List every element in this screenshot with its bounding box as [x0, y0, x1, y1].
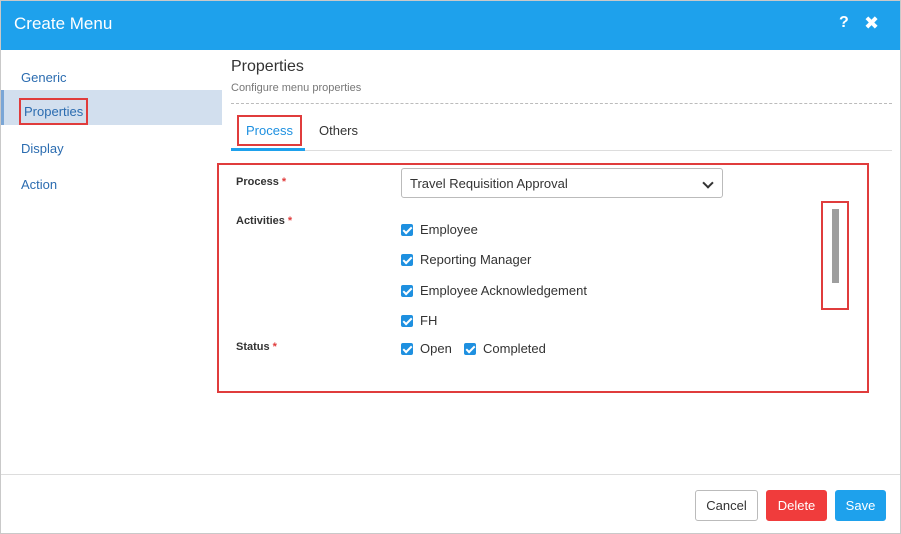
activities-label: Activities *	[236, 215, 292, 227]
sidebar-item-label: Properties	[19, 98, 89, 125]
status-label: Status *	[236, 341, 277, 353]
tab-process[interactable]: Process	[231, 113, 305, 151]
header-divider	[231, 103, 892, 104]
process-select-value: Travel Requisition Approval	[410, 176, 568, 191]
checkbox-checked-icon	[464, 343, 476, 355]
tab-label: Others	[319, 123, 359, 138]
delete-button[interactable]: Delete	[766, 490, 827, 521]
sidebar-item-label: Display	[21, 141, 64, 156]
cancel-button[interactable]: Cancel	[695, 490, 758, 521]
sidebar-item-generic[interactable]: Generic	[1, 57, 222, 92]
activities-label-text: Activities	[236, 215, 285, 227]
content-header: Properties Configure menu properties	[231, 58, 361, 94]
process-label-text: Process	[236, 176, 279, 188]
sidebar-item-properties[interactable]: Properties	[1, 90, 222, 125]
checkbox-label: Employee Acknowledgement	[420, 283, 587, 298]
checkbox-label: FH	[420, 313, 438, 328]
footer-divider	[1, 474, 900, 475]
checkbox-label: Reporting Manager	[420, 252, 532, 267]
activities-scrollbar[interactable]	[821, 201, 849, 310]
required-mark: *	[287, 215, 293, 227]
checkbox-label: Open	[420, 341, 452, 356]
sidebar-item-display[interactable]: Display	[1, 128, 222, 163]
scrollbar-thumb[interactable]	[832, 209, 839, 283]
page-title: Properties	[231, 58, 304, 75]
tab-others[interactable]: Others	[313, 113, 373, 151]
dialog-title: Create Menu	[14, 14, 113, 33]
checkbox-label: Employee	[420, 222, 478, 237]
page-subtitle: Configure menu properties	[231, 82, 362, 94]
sidebar-item-label: Generic	[21, 70, 67, 85]
save-button[interactable]: Save	[835, 490, 886, 521]
checkbox-label: Completed	[483, 341, 546, 356]
checkbox-checked-icon	[401, 343, 413, 355]
close-icon[interactable]: ✖	[864, 13, 879, 34]
tab-bar: Process Others	[231, 113, 892, 151]
checkbox-checked-icon	[401, 224, 413, 236]
process-label: Process *	[236, 176, 286, 188]
help-icon[interactable]: ?	[839, 14, 849, 32]
checkbox-checked-icon	[401, 254, 413, 266]
sidebar-item-label: Action	[21, 177, 58, 192]
checkbox-checked-icon	[401, 285, 413, 297]
sidebar-item-action[interactable]: Action	[1, 164, 222, 199]
chevron-down-icon	[700, 169, 718, 197]
tab-label: Process	[237, 115, 302, 146]
create-menu-dialog: Create Menu ? ✖ Generic Properties Displ…	[0, 0, 901, 534]
checkbox-checked-icon	[401, 315, 413, 327]
required-mark: *	[272, 341, 277, 353]
dialog-titlebar: Create Menu ? ✖	[1, 1, 900, 50]
status-label-text: Status	[236, 341, 270, 353]
required-mark: *	[281, 176, 287, 188]
process-select[interactable]: Travel Requisition Approval	[401, 168, 723, 198]
